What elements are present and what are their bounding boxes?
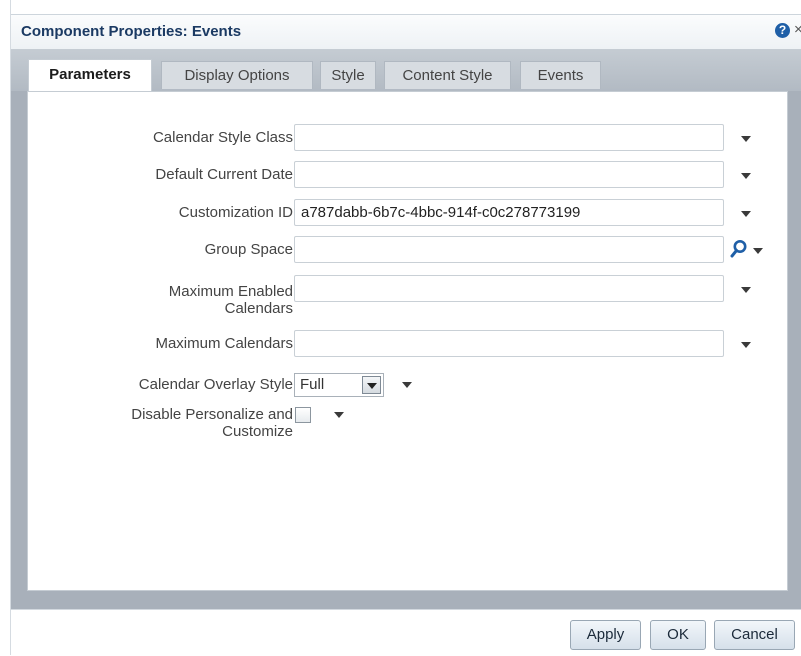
chevron-down-icon[interactable]	[741, 136, 751, 142]
maximum-enabled-calendars-input[interactable]	[294, 275, 724, 302]
properties-panel: Parameters Display Options Style Content…	[11, 49, 801, 609]
help-icon[interactable]: ?	[775, 23, 790, 38]
maximum-enabled-calendars-label: Maximum Enabled Calendars	[28, 283, 293, 317]
maximum-calendars-label: Maximum Calendars	[155, 335, 293, 352]
calendar-overlay-style-label: Calendar Overlay Style	[138, 376, 293, 393]
chevron-down-icon[interactable]	[753, 248, 763, 254]
calendar-style-class-label: Calendar Style Class	[152, 129, 293, 146]
disable-personalize-checkbox[interactable]	[295, 407, 311, 423]
chevron-down-icon[interactable]	[402, 382, 412, 388]
close-icon[interactable]: ×	[794, 21, 801, 38]
calendar-style-class-input[interactable]	[294, 124, 724, 151]
calendar-overlay-style-select[interactable]: Full	[294, 373, 384, 397]
tab-parameters[interactable]: Parameters	[28, 59, 152, 92]
chevron-down-icon[interactable]	[741, 173, 751, 179]
select-dropdown-button[interactable]	[362, 376, 381, 394]
parameters-content: Calendar Style Class Default Current Dat…	[27, 91, 788, 591]
ok-button[interactable]: OK	[650, 620, 706, 650]
label-line: Maximum Enabled	[168, 283, 293, 300]
group-space-label: Group Space	[204, 241, 293, 258]
cancel-button[interactable]: Cancel	[714, 620, 795, 650]
customization-id-input[interactable]: a787dabb-6b7c-4bbc-914f-c0c278773199	[294, 199, 724, 226]
select-value: Full	[300, 376, 325, 393]
tab-bar: Parameters Display Options Style Content…	[11, 49, 801, 92]
apply-button[interactable]: Apply	[570, 620, 641, 650]
dialog-footer: Apply OK Cancel	[11, 609, 801, 656]
component-properties-dialog: Component Properties: Events ? × Paramet…	[10, 0, 801, 656]
group-space-input[interactable]	[294, 236, 724, 263]
tab-style[interactable]: Style	[320, 61, 376, 89]
dialog-title: Component Properties: Events	[21, 23, 242, 40]
search-icon[interactable]	[730, 239, 748, 259]
default-current-date-label: Default Current Date	[155, 166, 293, 183]
customization-id-label: Customization ID	[178, 204, 293, 221]
label-line: Customize	[222, 423, 293, 440]
tab-events[interactable]: Events	[520, 61, 601, 89]
label-line: Disable Personalize and	[131, 406, 293, 423]
tab-display-options[interactable]: Display Options	[161, 61, 313, 89]
tab-content-style[interactable]: Content Style	[384, 61, 511, 89]
chevron-down-icon[interactable]	[741, 342, 751, 348]
dialog-titlebar: Component Properties: Events ? ×	[11, 14, 801, 50]
maximum-calendars-input[interactable]	[294, 330, 724, 357]
chevron-down-icon[interactable]	[334, 412, 344, 418]
label-line: Calendars	[224, 300, 293, 317]
chevron-down-icon[interactable]	[741, 211, 751, 217]
disable-personalize-label: Disable Personalize and Customize	[28, 406, 293, 440]
chevron-down-icon[interactable]	[741, 287, 751, 293]
default-current-date-input[interactable]	[294, 161, 724, 188]
